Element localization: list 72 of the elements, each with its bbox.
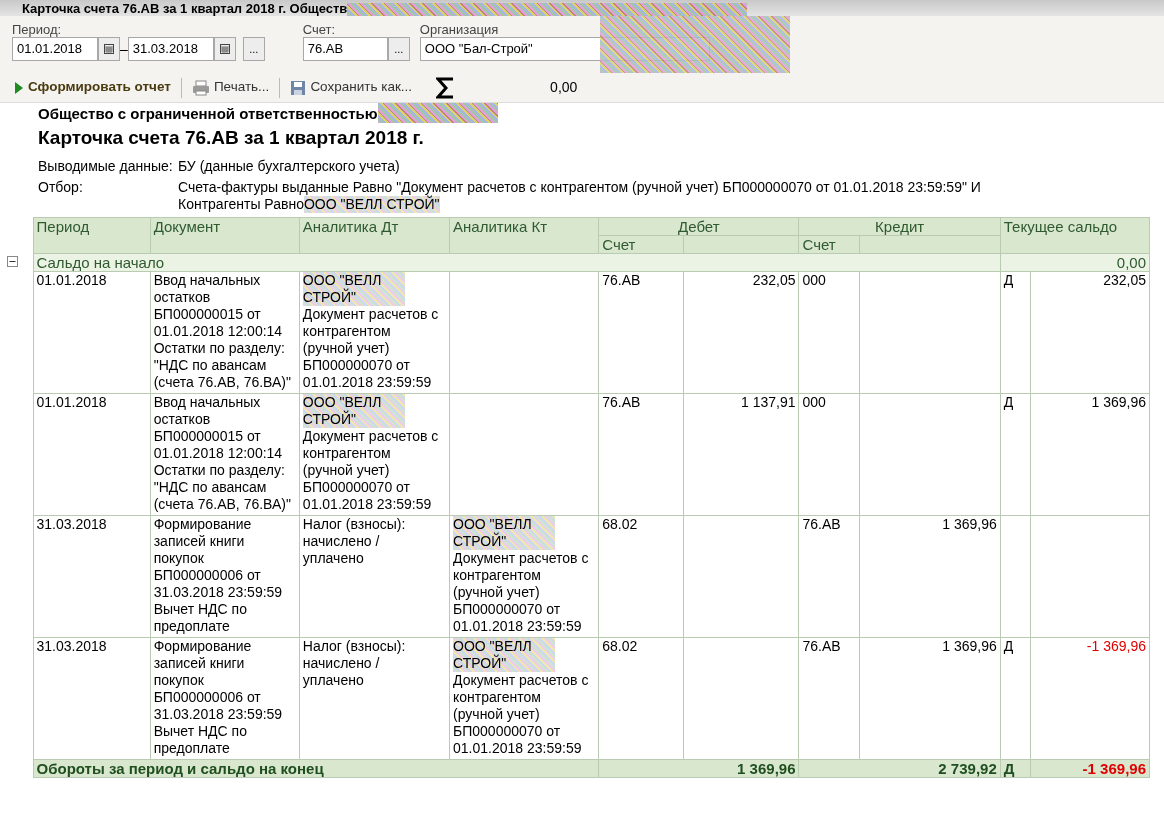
- counterparty-name: ООО "ВЕЛЛ СТРОЙ": [302, 393, 405, 428]
- company-name: Общество с ограниченной ответственностью: [38, 104, 378, 124]
- collapse-icon[interactable]: [7, 256, 18, 267]
- printer-icon: [191, 79, 210, 96]
- toolbar-button[interactable]: Печать...: [187, 77, 274, 98]
- account-cell: 76.АВ: [799, 515, 860, 637]
- field-label: Организация: [419, 21, 500, 37]
- field-label: Выводимые данные:: [38, 158, 174, 175]
- date-cell: 31.03.2018: [33, 637, 151, 759]
- window-title: Карточка счета 76.АВ за 1 квартал 2018 г. Обществ: [22, 1, 348, 16]
- date-cell: 01.01.2018: [33, 393, 151, 515]
- calendar-button[interactable]: [213, 37, 236, 61]
- toolbar-button[interactable]: Сформировать отчет: [10, 77, 175, 98]
- amount-cell: 1 137,91: [683, 393, 799, 515]
- analytics-text: Налог (взносы): начислено / уплачено: [302, 515, 407, 567]
- counterparty-name: ООО "ВЕЛЛ СТРОЙ": [453, 637, 556, 672]
- amount-cell: 232,05: [683, 271, 799, 393]
- column-header: Аналитика Кт: [449, 217, 599, 253]
- analytics-text: Документ расчетов с контрагентом (ручной учет) БП000000070 от 01.01.2018 23:59:59: [302, 427, 439, 513]
- column-header: Аналитика Дт: [299, 217, 450, 253]
- account-cell: 76.АВ: [799, 637, 860, 759]
- counterparty-name: ООО "ВЕЛЛ СТРОЙ": [453, 515, 556, 550]
- more-button[interactable]: ...: [242, 37, 265, 61]
- calendar-icon: [219, 44, 230, 54]
- analytics-text: Документ расчетов с контрагентом (ручной учет) БП000000070 от 01.01.2018 23:59:59: [302, 305, 439, 391]
- document-text: Ввод начальных остатков БП000000015 от 01.01.2018 12:00:14 Остатки по разделу: "НДС по авансам (счета 76.АВ, 76.ВА)": [150, 393, 300, 515]
- date-field[interactable]: 01.01.2018: [12, 37, 98, 61]
- account-field[interactable]: 76.АВ: [302, 37, 388, 61]
- field-label: Счет:: [302, 21, 337, 37]
- account-cell: 000: [799, 393, 860, 515]
- counterparty-name: ООО "ВЕЛЛ СТРОЙ": [303, 195, 440, 213]
- amount-cell: 1 369,96: [859, 515, 1001, 637]
- sum-value: 0,00: [550, 78, 578, 97]
- filter-text: Счета-фактуры выданные Равно "Документ расчетов с контрагентом (ручной учет) БП000000070 от 01.01.2018 23:59:59" И: [178, 178, 981, 196]
- date-field[interactable]: 31.03.2018: [127, 37, 214, 61]
- column-header: Дебет: [598, 217, 799, 235]
- document-text: Ввод начальных остатков БП000000015 от 01.01.2018 12:00:14 Остатки по разделу: "НДС по авансам (счета 76.АВ, 76.ВА)": [150, 271, 300, 393]
- account-cell: 68.02: [598, 637, 684, 759]
- filter-text: Контрагенты Равно: [178, 195, 304, 213]
- account-cell: 000: [799, 271, 860, 393]
- account-cell: 76.АВ: [598, 271, 684, 393]
- column-header: Документ: [150, 217, 300, 253]
- balance-side: Д: [1000, 271, 1031, 393]
- balance-side: Д: [1000, 637, 1031, 759]
- more-button[interactable]: ...: [387, 37, 410, 61]
- field-label: Период:: [12, 21, 63, 37]
- document-text: Формирование записей книги покупок БП000000006 от 31.03.2018 23:59:59 Вычет НДС по предоплате: [150, 637, 300, 759]
- report-title: Карточка счета 76.АВ за 1 квартал 2018 г.: [38, 125, 425, 150]
- balance-side: Д: [1000, 393, 1031, 515]
- column-header: Период: [33, 217, 151, 253]
- dash: –: [120, 39, 128, 59]
- balance-value: -1 369,96: [1030, 637, 1150, 759]
- account-cell: 68.02: [598, 515, 684, 637]
- play-icon: [14, 80, 24, 95]
- column-header: Кредит: [799, 217, 1001, 235]
- date-cell: 01.01.2018: [33, 271, 151, 393]
- analytics-text: Налог (взносы): начислено / уплачено: [302, 637, 407, 689]
- date-cell: 31.03.2018: [33, 515, 151, 637]
- balance-value: 232,05: [1030, 271, 1150, 393]
- counterparty-name: ООО "ВЕЛЛ СТРОЙ": [302, 271, 405, 306]
- amount-cell: 1 369,96: [859, 637, 1001, 759]
- calendar-button[interactable]: [98, 37, 120, 61]
- analytics-text: Документ расчетов с контрагентом (ручной учет) БП000000070 от 01.01.2018 23:59:59: [453, 671, 590, 757]
- field-value: БУ (данные бухгалтерского учета): [178, 158, 400, 174]
- account-cell: 76.АВ: [598, 393, 684, 515]
- toolbar-button[interactable]: Сохранить как...: [286, 77, 417, 98]
- document-text: Формирование записей книги покупок БП000000006 от 31.03.2018 23:59:59 Вычет НДС по предоплате: [150, 515, 300, 637]
- field-label: Отбор:: [38, 178, 84, 197]
- calendar-icon: [104, 44, 114, 54]
- balance-value: 1 369,96: [1030, 393, 1150, 515]
- analytics-text: Документ расчетов с контрагентом (ручной учет) БП000000070 от 01.01.2018 23:59:59: [453, 549, 590, 635]
- column-header: Текущее сальдо: [1000, 217, 1150, 253]
